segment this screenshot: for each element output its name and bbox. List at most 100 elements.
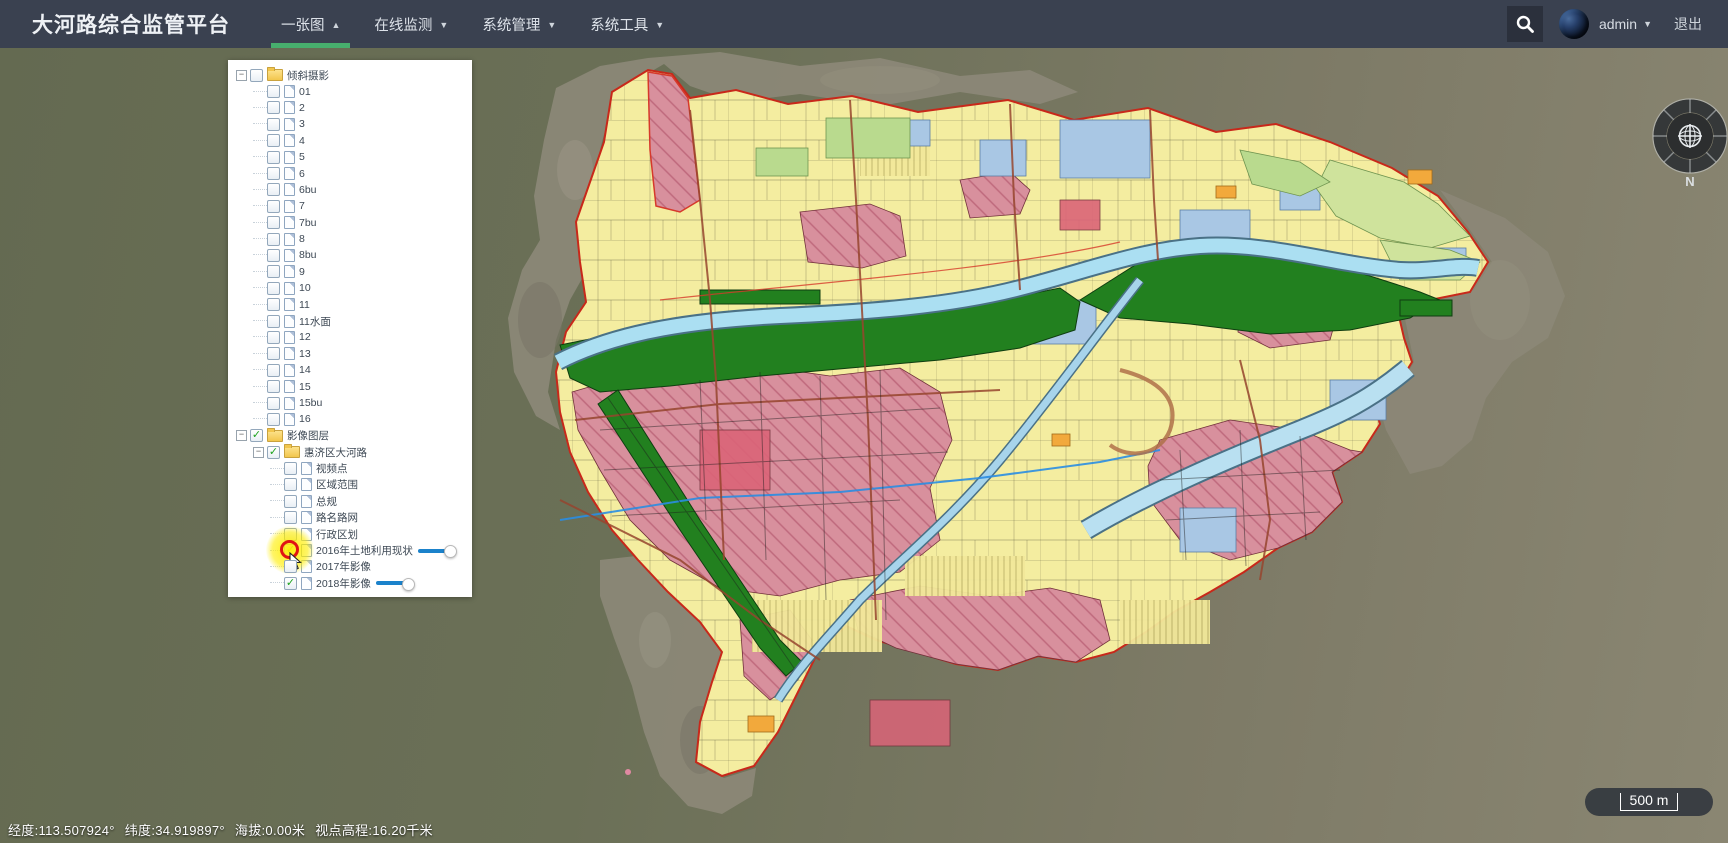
tree-layer-row[interactable]: 总规 (228, 493, 472, 509)
tree-layer-row[interactable]: 2017年影像 (228, 559, 472, 575)
chevron-down-icon[interactable]: ▼ (1643, 19, 1652, 29)
layer-checkbox[interactable] (267, 249, 280, 262)
layer-checkbox[interactable] (267, 101, 280, 114)
tree-layer-row[interactable]: 2 (228, 100, 472, 116)
view-height-readout: 视点高程:16.20千米 (315, 820, 433, 839)
tree-layer-row[interactable]: 10 (228, 280, 472, 296)
tree-layer-row[interactable]: 3 (228, 116, 472, 132)
layer-checkbox[interactable] (267, 315, 280, 328)
layer-checkbox[interactable] (267, 216, 280, 229)
layer-checkbox[interactable] (284, 511, 297, 524)
layer-checkbox[interactable] (284, 560, 297, 573)
tree-layer-row[interactable]: 行政区划 (228, 526, 472, 542)
menu-online-monitoring[interactable]: 在线监测 ▼ (357, 0, 465, 48)
layer-checkbox[interactable] (267, 118, 280, 131)
checkbox-wrap: ✓ (284, 544, 301, 557)
tree-folder-row[interactable]: −倾斜摄影 (228, 67, 472, 83)
layer-checkbox[interactable] (284, 528, 297, 541)
tree-folder-row[interactable]: −✓惠济区大河路 (228, 444, 472, 460)
layer-checkbox[interactable] (267, 347, 280, 360)
layer-checkbox[interactable]: ✓ (267, 446, 280, 459)
tree-layer-row[interactable]: 01 (228, 83, 472, 99)
collapse-expander-icon[interactable]: − (236, 70, 247, 81)
tree-layer-row[interactable]: 13 (228, 346, 472, 362)
tree-layer-row[interactable]: 15 (228, 378, 472, 394)
layer-checkbox[interactable] (267, 85, 280, 98)
menu-one-map[interactable]: 一张图 ▲ (264, 0, 357, 48)
tree-layer-row[interactable]: 8bu (228, 247, 472, 263)
layer-checkbox[interactable] (267, 200, 280, 213)
layer-label: 路名路网 (316, 510, 358, 525)
layer-label: 16 (299, 413, 311, 425)
tree-layer-row[interactable]: 5 (228, 149, 472, 165)
username[interactable]: admin (1599, 16, 1637, 32)
tree-layer-row[interactable]: 路名路网 (228, 510, 472, 526)
layer-checkbox[interactable] (284, 462, 297, 475)
slider-knob[interactable] (444, 545, 457, 558)
tree-layer-row[interactable]: 15bu (228, 395, 472, 411)
layer-checkbox[interactable]: ✓ (284, 577, 297, 590)
layer-checkbox[interactable] (250, 69, 263, 82)
tree-layer-row[interactable]: ✓2018年影像 (228, 575, 472, 591)
tree-layer-row[interactable]: 视频点 (228, 460, 472, 476)
tree-connector (270, 533, 284, 535)
chevron-down-icon: ▼ (547, 20, 556, 30)
menu-system-management[interactable]: 系统管理 ▼ (465, 0, 573, 48)
tree-layer-row[interactable]: 8 (228, 231, 472, 247)
tree-layer-row[interactable]: 16 (228, 411, 472, 427)
altitude-readout: 海拔:0.00米 (235, 820, 305, 839)
tree-layer-row[interactable]: ✓2016年土地利用现状 (228, 542, 472, 558)
layer-label: 10 (299, 282, 311, 294)
chevron-down-icon: ▼ (439, 20, 448, 30)
tree-folder-row[interactable]: −✓影像图层 (228, 428, 472, 444)
compass-navigation-widget[interactable]: N (1650, 96, 1728, 190)
layer-checkbox[interactable] (267, 298, 280, 311)
layer-checkbox[interactable] (284, 495, 297, 508)
opacity-slider[interactable] (376, 581, 410, 585)
search-button[interactable] (1507, 6, 1543, 42)
tree-layer-row[interactable]: 9 (228, 264, 472, 280)
tree-layer-row[interactable]: 7bu (228, 215, 472, 231)
layer-checkbox[interactable] (267, 380, 280, 393)
menu-system-tools[interactable]: 系统工具 ▼ (573, 0, 681, 48)
tree-layer-row[interactable]: 14 (228, 362, 472, 378)
checkbox-wrap (267, 364, 284, 377)
layer-checkbox[interactable] (267, 233, 280, 246)
layer-checkbox[interactable] (267, 167, 280, 180)
layer-checkbox[interactable] (267, 397, 280, 410)
layer-checkbox[interactable] (267, 183, 280, 196)
layer-checkbox[interactable] (267, 151, 280, 164)
tree-layer-row[interactable]: 6 (228, 165, 472, 181)
tree-layer-row[interactable]: 4 (228, 133, 472, 149)
layer-checkbox[interactable]: ✓ (250, 429, 263, 442)
file-icon (284, 216, 295, 229)
tree-layer-row[interactable]: 6bu (228, 182, 472, 198)
layer-checkbox[interactable] (267, 282, 280, 295)
layer-checkbox[interactable] (267, 413, 280, 426)
tree-layer-row[interactable]: 12 (228, 329, 472, 345)
tree-layer-row[interactable]: 11水面 (228, 313, 472, 329)
user-avatar[interactable] (1559, 9, 1589, 39)
tree-layer-row[interactable]: 区域范围 (228, 477, 472, 493)
checkbox-wrap (284, 462, 301, 475)
checkbox-wrap (267, 85, 284, 98)
layer-checkbox[interactable] (267, 364, 280, 377)
layer-checkbox[interactable] (267, 331, 280, 344)
tree-layer-row[interactable]: 7 (228, 198, 472, 214)
tree-connector (253, 304, 267, 306)
checkbox-wrap (284, 478, 301, 491)
header-right: admin ▼ 退出 (1507, 6, 1728, 42)
layer-checkbox[interactable] (284, 478, 297, 491)
collapse-expander-icon[interactable]: − (253, 447, 264, 458)
logout-button[interactable]: 退出 (1674, 14, 1702, 34)
collapse-expander-icon[interactable]: − (236, 430, 247, 441)
chevron-down-icon: ▼ (655, 20, 664, 30)
file-icon (284, 167, 295, 180)
checkbox-wrap (267, 331, 284, 344)
opacity-slider[interactable] (418, 549, 452, 553)
slider-knob[interactable] (402, 578, 415, 591)
tree-layer-row[interactable]: 11 (228, 296, 472, 312)
layer-checkbox[interactable] (267, 134, 280, 147)
layer-checkbox[interactable] (267, 265, 280, 278)
layer-checkbox[interactable]: ✓ (284, 544, 297, 557)
